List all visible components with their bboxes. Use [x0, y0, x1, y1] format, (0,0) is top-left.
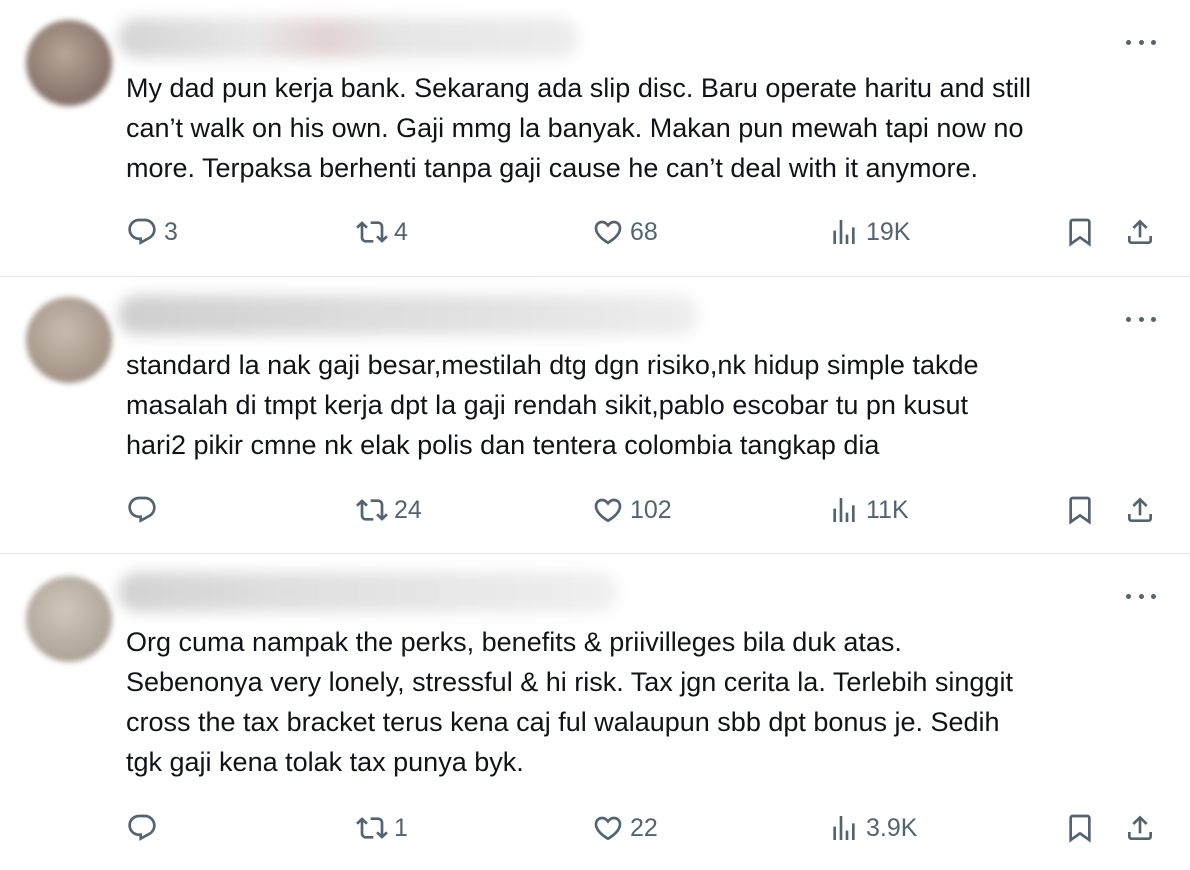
views-count: 3.9K [866, 813, 918, 842]
tweet-text-line: Sebenonya very lonely, stressful & hi ri… [126, 667, 1013, 697]
reply-button[interactable] [126, 808, 164, 848]
tweet-text-line: tgk gaji kena tolak tax punya byk. [126, 747, 524, 777]
bookmark-icon [1069, 218, 1091, 247]
heart-icon [594, 220, 622, 245]
more-icon[interactable] [1126, 30, 1156, 54]
more-icon[interactable] [1126, 584, 1156, 608]
share-icon [1128, 815, 1152, 840]
views-icon [833, 220, 855, 244]
bookmark-button[interactable] [1064, 212, 1096, 252]
share-button[interactable] [1124, 808, 1156, 848]
share-button[interactable] [1124, 212, 1156, 252]
share-icon [1128, 497, 1152, 522]
bookmark-icon [1069, 814, 1091, 843]
retweet-count: 24 [394, 495, 422, 524]
views-button[interactable]: 3.9K [828, 808, 917, 848]
reply-button[interactable]: 3 [126, 212, 178, 252]
tweet-text-line: cross the tax bracket terus kena caj ful… [126, 707, 1000, 737]
retweet-icon [356, 499, 388, 521]
avatar[interactable] [26, 20, 112, 106]
like-count: 22 [630, 813, 658, 842]
action-bar: 1 22 3.9K [0, 808, 1190, 848]
bookmark-button[interactable] [1064, 808, 1096, 848]
bookmark-button[interactable] [1064, 490, 1096, 530]
tweet-text-line: Org cuma nampak the perks, benefits & pr… [126, 627, 902, 657]
tweet-text-line: hari2 pikir cmne nk elak polis dan tente… [126, 430, 880, 460]
retweet-icon [356, 221, 388, 243]
reply-tweet[interactable]: Org cuma nampak the perks, benefits & pr… [0, 554, 1190, 870]
blurred-username [118, 295, 698, 335]
like-button[interactable]: 102 [592, 490, 672, 530]
like-count: 102 [630, 495, 672, 524]
tweet-text: standard la nak gaji besar,mestilah dtg … [126, 345, 1166, 465]
action-bar: 3 4 68 19K [0, 212, 1190, 252]
tweet-text-line: standard la nak gaji besar,mestilah dtg … [126, 350, 979, 380]
tweet-text-line: can’t walk on his own. Gaji mmg la banya… [126, 113, 1024, 143]
reply-tweet[interactable]: My dad pun kerja bank. Sekarang ada slip… [0, 0, 1190, 276]
heart-icon [594, 498, 622, 523]
reply-icon [128, 496, 156, 523]
retweet-count: 4 [394, 217, 408, 246]
more-icon[interactable] [1126, 307, 1156, 331]
reply-button[interactable] [126, 490, 164, 530]
views-button[interactable]: 11K [828, 490, 909, 530]
share-icon [1128, 219, 1152, 244]
tweet-text-line: more. Terpaksa berhenti tanpa gaji cause… [126, 153, 978, 183]
tweet-text-line: My dad pun kerja bank. Sekarang ada slip… [126, 73, 1032, 103]
tweet-text-line: masalah di tmpt kerja dpt la gaji rendah… [126, 390, 968, 420]
tweet-text: Org cuma nampak the perks, benefits & pr… [126, 622, 1166, 782]
like-button[interactable]: 22 [592, 808, 658, 848]
blurred-username [118, 572, 618, 612]
reply-count: 3 [164, 217, 178, 246]
bookmark-icon [1069, 496, 1091, 525]
retweet-button[interactable]: 24 [356, 490, 422, 530]
tweet-text: My dad pun kerja bank. Sekarang ada slip… [126, 68, 1166, 188]
reply-icon [128, 814, 156, 841]
like-button[interactable]: 68 [592, 212, 658, 252]
retweet-count: 1 [394, 813, 408, 842]
heart-icon [594, 816, 622, 841]
views-count: 19K [866, 217, 911, 246]
reply-icon [128, 218, 156, 245]
retweet-button[interactable]: 4 [356, 212, 408, 252]
views-count: 11K [866, 495, 909, 524]
reply-tweet[interactable]: standard la nak gaji besar,mestilah dtg … [0, 277, 1190, 553]
views-icon [833, 498, 855, 522]
blurred-username [118, 18, 578, 58]
views-icon [833, 816, 855, 840]
views-button[interactable]: 19K [828, 212, 910, 252]
retweet-icon [356, 817, 388, 839]
share-button[interactable] [1124, 490, 1156, 530]
like-count: 68 [630, 217, 658, 246]
action-bar: 24 102 11K [0, 490, 1190, 530]
retweet-button[interactable]: 1 [356, 808, 408, 848]
avatar[interactable] [26, 297, 112, 383]
avatar[interactable] [26, 576, 112, 662]
